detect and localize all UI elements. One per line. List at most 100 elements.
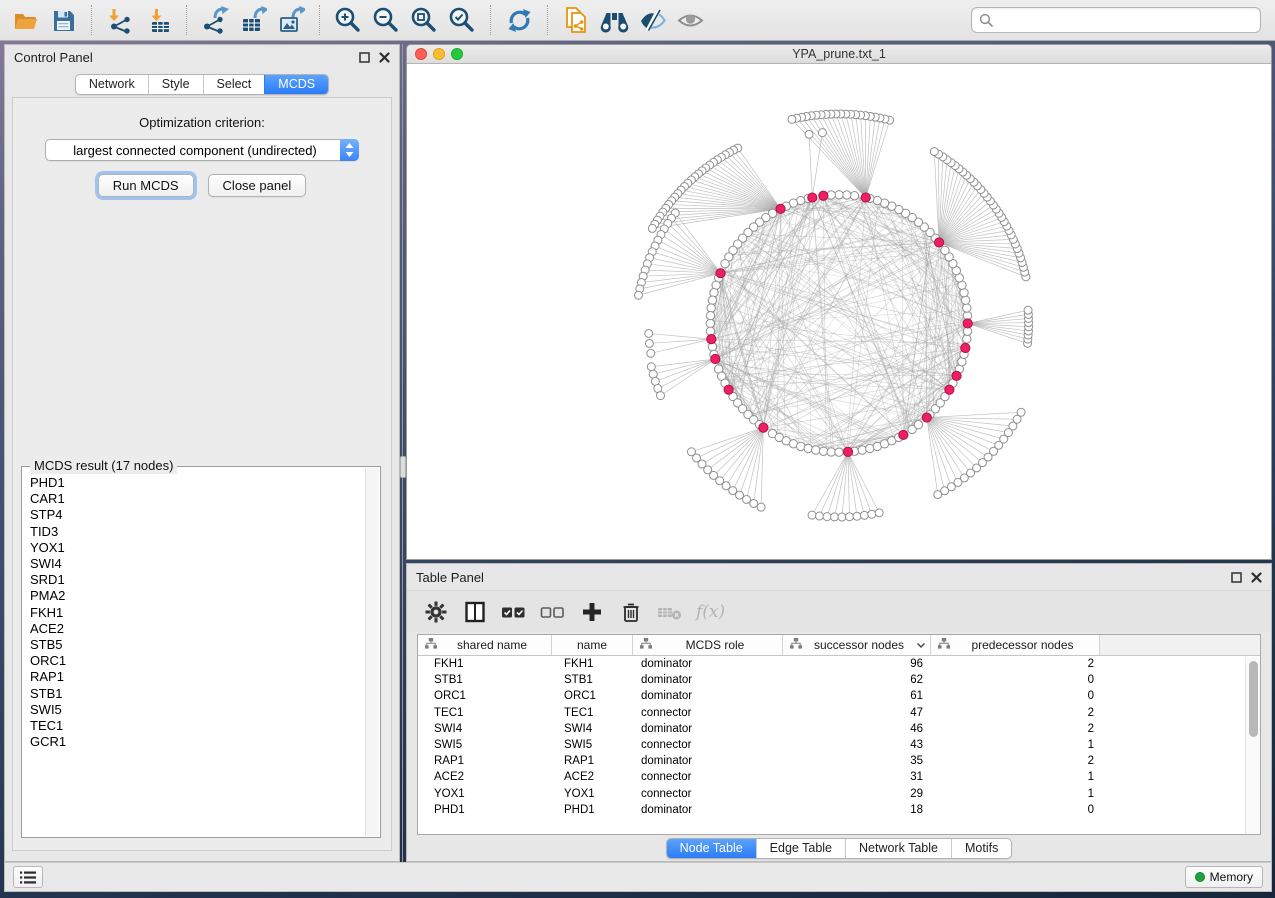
column-type-icon xyxy=(938,638,950,649)
tab-mcds[interactable]: MCDS xyxy=(264,75,328,94)
float-table-panel-icon[interactable] xyxy=(1231,572,1242,583)
close-panel-icon[interactable] xyxy=(379,52,390,63)
mcds-result-item[interactable]: STP4 xyxy=(30,507,358,523)
column-header-name[interactable]: name xyxy=(552,635,633,655)
tab-edge-table[interactable]: Edge Table xyxy=(756,839,845,858)
table-panel-header: Table Panel xyxy=(407,564,1271,590)
table-row[interactable]: STB1STB1dominator620 xyxy=(418,672,1260,688)
zoom-selected-button[interactable] xyxy=(445,3,479,37)
app-window: Control Panel NetworkStyleSelectMCDS Opt… xyxy=(0,0,1275,898)
tab-network-table[interactable]: Network Table xyxy=(845,839,951,858)
mcds-result-scrollbar[interactable] xyxy=(365,468,379,836)
function-builder-icon: f(x) xyxy=(696,602,725,622)
divider-grip-handle[interactable] xyxy=(400,456,406,478)
apply-layout-button[interactable] xyxy=(502,3,536,37)
save-session-button[interactable] xyxy=(46,3,80,37)
mcds-result-item[interactable]: STB1 xyxy=(30,686,358,702)
table-cell: 31 xyxy=(783,771,931,783)
mcds-result-item[interactable]: PHD1 xyxy=(30,475,358,491)
mcds-result-item[interactable]: TEC1 xyxy=(30,718,358,734)
export-table-button[interactable] xyxy=(236,3,270,37)
import-network-icon xyxy=(107,7,134,34)
table-cell: dominator xyxy=(633,804,783,816)
tab-motifs[interactable]: Motifs xyxy=(951,839,1011,858)
criterion-select[interactable]: largest connected component (undirected) xyxy=(45,139,359,161)
mcds-result-item[interactable]: STB5 xyxy=(30,637,358,653)
window-zoom-button[interactable] xyxy=(451,48,463,60)
clone-network-button[interactable] xyxy=(559,3,593,37)
search-input[interactable] xyxy=(998,13,1253,27)
zoom-out-button[interactable] xyxy=(369,3,403,37)
mcds-result-item[interactable]: SRD1 xyxy=(30,572,358,588)
import-network-button[interactable] xyxy=(103,3,137,37)
tab-select[interactable]: Select xyxy=(203,75,265,94)
table-row[interactable]: ORC1ORC1dominator610 xyxy=(418,688,1260,704)
mcds-result-item[interactable]: SWI4 xyxy=(30,556,358,572)
table-cell: 2 xyxy=(931,658,1100,670)
close-table-panel-icon[interactable] xyxy=(1251,572,1262,583)
table-scrollbar-thumb[interactable] xyxy=(1249,661,1258,737)
open-session-button[interactable] xyxy=(8,3,42,37)
mcds-result-item[interactable]: TID3 xyxy=(30,524,358,540)
column-header-shared-name[interactable]: shared name xyxy=(418,635,552,655)
import-table-button[interactable] xyxy=(141,3,175,37)
mcds-result-item[interactable]: SWI5 xyxy=(30,702,358,718)
mcds-result-item[interactable]: CAR1 xyxy=(30,491,358,507)
delete-column-button[interactable] xyxy=(616,597,646,627)
mcds-result-list[interactable]: PHD1CAR1STP4TID3YOX1SWI4SRD1PMA2FKH1ACE2… xyxy=(23,468,365,836)
table-row[interactable]: YOX1YOX1connector291 xyxy=(418,786,1260,802)
table-row[interactable]: FKH1FKH1dominator962 xyxy=(418,656,1260,672)
table-row[interactable]: SWI5SWI5connector431 xyxy=(418,737,1260,753)
show-hide-details-button[interactable] xyxy=(635,3,669,37)
table-row[interactable]: PHD1PHD1dominator180 xyxy=(418,802,1260,818)
mcds-result-item[interactable]: RAP1 xyxy=(30,669,358,685)
tab-style[interactable]: Style xyxy=(148,75,203,94)
network-window-titlebar[interactable]: YPA_prune.txt_1 xyxy=(407,45,1271,64)
toolbar-separator xyxy=(319,5,320,35)
mcds-result-group: MCDS result (17 nodes) PHD1CAR1STP4TID3Y… xyxy=(21,466,381,838)
mcds-result-item[interactable]: ACE2 xyxy=(30,621,358,637)
column-header-predecessor-nodes[interactable]: predecessor nodes xyxy=(931,635,1100,655)
export-network-button[interactable] xyxy=(198,3,232,37)
table-settings-button[interactable] xyxy=(421,597,451,627)
mcds-tab-content: Optimization criterion: largest connecte… xyxy=(12,97,392,851)
table-row[interactable]: RAP1RAP1dominator352 xyxy=(418,753,1260,769)
table-cell: connector xyxy=(633,707,783,719)
mcds-result-item[interactable]: FKH1 xyxy=(30,605,358,621)
birds-eye-view-button[interactable] xyxy=(673,3,707,37)
mcds-result-item[interactable]: ORC1 xyxy=(30,653,358,669)
column-type-icon xyxy=(790,638,802,649)
run-mcds-button[interactable]: Run MCDS xyxy=(98,174,194,197)
column-header-MCDS-role[interactable]: MCDS role xyxy=(633,635,783,655)
window-close-button[interactable] xyxy=(415,48,427,60)
mcds-result-item[interactable]: YOX1 xyxy=(30,540,358,556)
close-panel-button[interactable]: Close panel xyxy=(208,174,307,197)
deselect-all-rows-button[interactable] xyxy=(538,597,568,627)
zoom-in-button[interactable] xyxy=(331,3,365,37)
network-canvas[interactable] xyxy=(407,64,1271,559)
panel-divider[interactable] xyxy=(400,44,406,862)
float-panel-icon[interactable] xyxy=(359,52,370,63)
search-network-button[interactable] xyxy=(597,3,631,37)
mcds-result-item[interactable]: GCR1 xyxy=(30,734,358,750)
gear-icon xyxy=(425,601,447,623)
window-minimize-button[interactable] xyxy=(433,48,445,60)
table-cell: YOX1 xyxy=(552,788,633,800)
task-history-button[interactable] xyxy=(13,866,43,888)
tab-network[interactable]: Network xyxy=(76,75,148,94)
table-row[interactable]: ACE2ACE2connector311 xyxy=(418,769,1260,785)
column-chooser-button[interactable] xyxy=(460,597,490,627)
table-scrollbar[interactable] xyxy=(1245,657,1260,834)
table-row[interactable]: SWI4SWI4dominator462 xyxy=(418,721,1260,737)
table-cell: 2 xyxy=(931,707,1100,719)
mcds-result-item[interactable]: PMA2 xyxy=(30,588,358,604)
memory-button[interactable]: Memory xyxy=(1185,866,1263,888)
select-all-rows-button[interactable] xyxy=(499,597,529,627)
add-column-button[interactable] xyxy=(577,597,607,627)
zoom-fit-button[interactable] xyxy=(407,3,441,37)
global-search[interactable] xyxy=(971,7,1261,33)
table-row[interactable]: TEC1TEC1connector472 xyxy=(418,705,1260,721)
tab-node-table[interactable]: Node Table xyxy=(667,839,756,858)
export-image-button[interactable] xyxy=(274,3,308,37)
column-header-successor-nodes[interactable]: successor nodes xyxy=(783,635,931,655)
